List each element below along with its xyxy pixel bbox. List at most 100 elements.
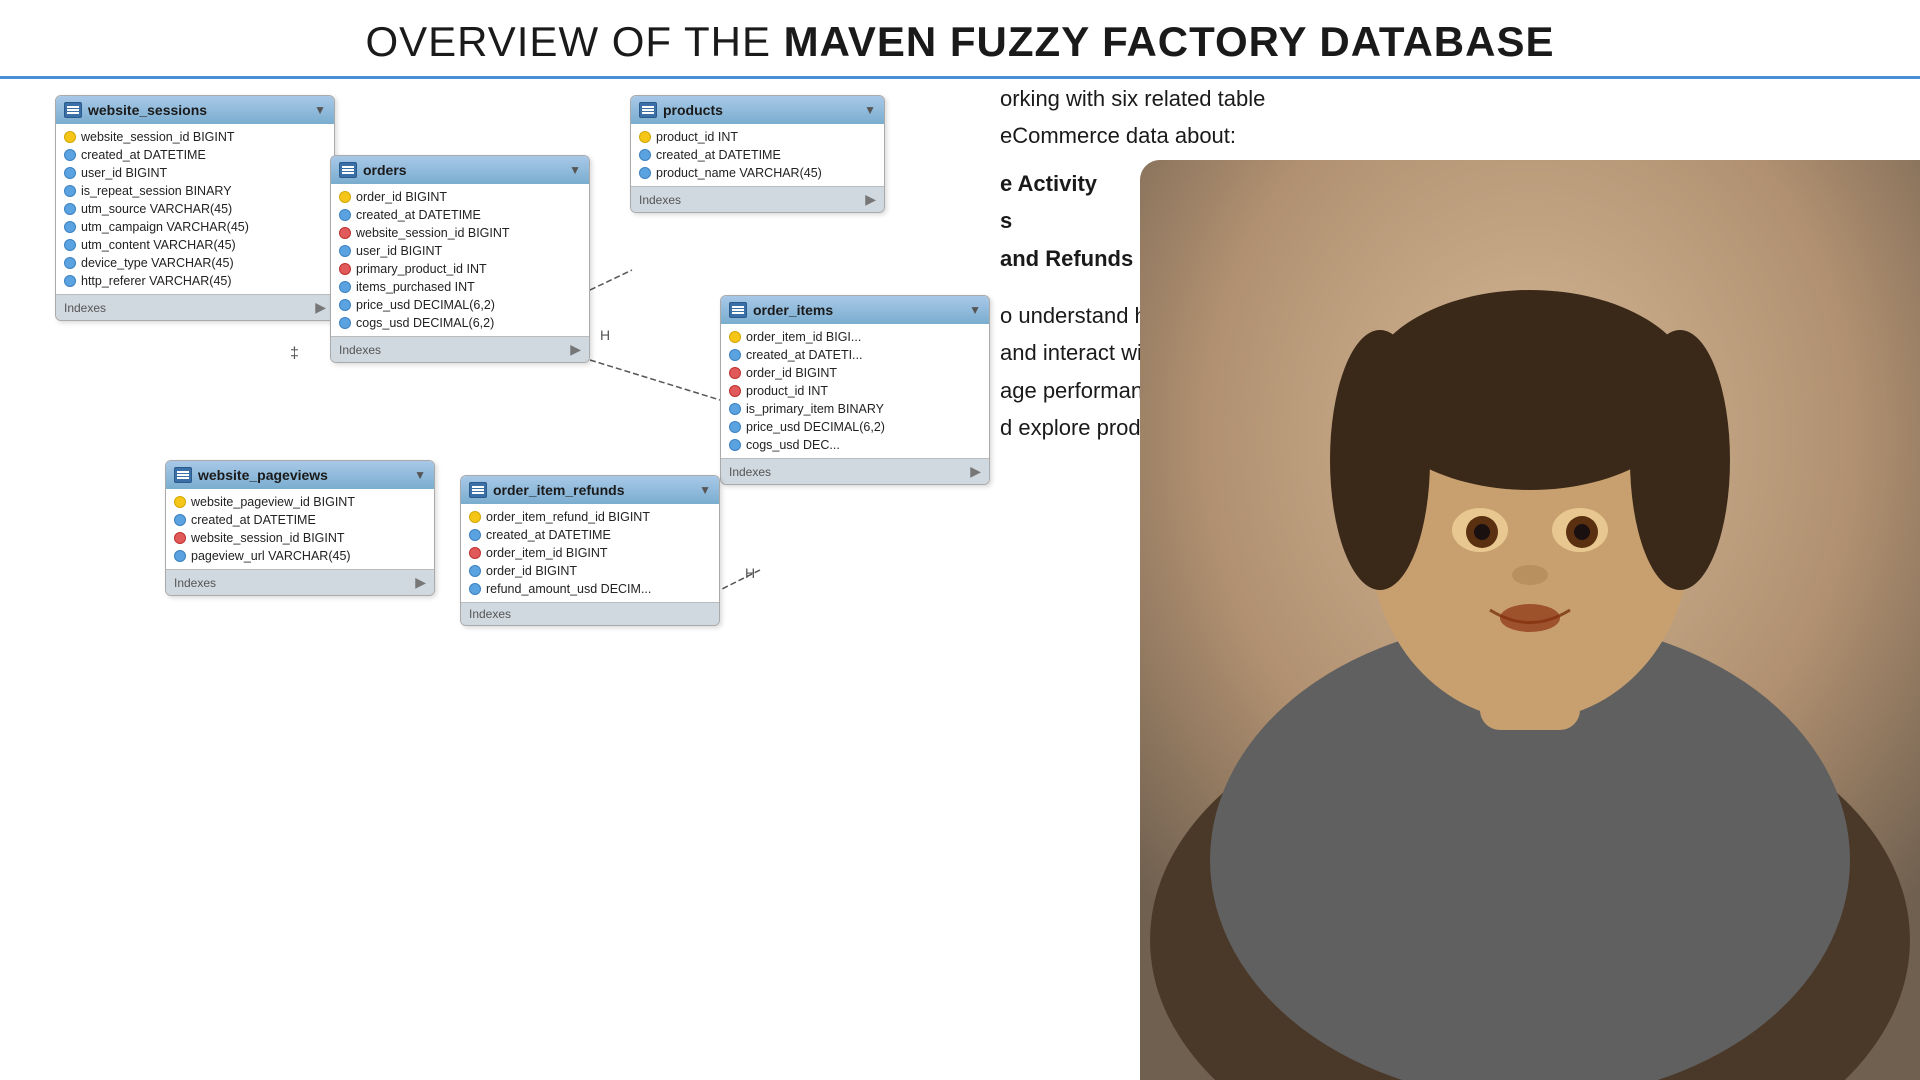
dropdown-arrow[interactable]: ▼: [969, 303, 981, 317]
dropdown-arrow[interactable]: ▼: [314, 103, 326, 117]
field-row: utm_campaign VARCHAR(45): [56, 218, 334, 236]
indexes-label: Indexes: [729, 465, 771, 479]
fk-icon: [729, 403, 741, 415]
table-name-website-pageviews: website_pageviews: [198, 467, 328, 483]
field-row: order_item_id BIGI...: [721, 328, 989, 346]
fk-icon: [639, 149, 651, 161]
field-row: pageview_url VARCHAR(45): [166, 547, 434, 565]
field-row: user_id BIGINT: [331, 242, 589, 260]
field-row: product_id INT: [631, 128, 884, 146]
table-header-order-item-refunds: order_item_refunds ▼: [461, 476, 719, 504]
table-footer-website-pageviews[interactable]: Indexes ▶: [166, 569, 434, 595]
indexes-label: Indexes: [174, 576, 216, 590]
fk-icon: [174, 514, 186, 526]
table-footer-website-sessions[interactable]: Indexes ▶: [56, 294, 334, 320]
fk-icon: [469, 529, 481, 541]
table-body-website-pageviews: website_pageview_id BIGINT created_at DA…: [166, 489, 434, 569]
table-body-order-items: order_item_id BIGI... created_at DATETI.…: [721, 324, 989, 458]
dropdown-arrow[interactable]: ▼: [569, 163, 581, 177]
field-row: is_primary_item BINARY: [721, 400, 989, 418]
fk-icon: [469, 565, 481, 577]
field-row: http_referer VARCHAR(45): [56, 272, 334, 290]
svg-text:H: H: [745, 565, 755, 581]
field-row: device_type VARCHAR(45): [56, 254, 334, 272]
fk-icon: [64, 149, 76, 161]
table-website-sessions: website_sessions ▼ website_session_id BI…: [55, 95, 335, 321]
table-footer-order-items[interactable]: Indexes ▶: [721, 458, 989, 484]
field-row: created_at DATETIME: [631, 146, 884, 164]
expand-arrow[interactable]: ▶: [315, 299, 326, 316]
table-footer-orders[interactable]: Indexes ▶: [331, 336, 589, 362]
svg-text:H: H: [600, 327, 610, 343]
dropdown-arrow[interactable]: ▼: [699, 483, 711, 497]
field-row: items_purchased INT: [331, 278, 589, 296]
field-row: order_id BIGINT: [331, 188, 589, 206]
field-row: product_name VARCHAR(45): [631, 164, 884, 182]
field-row: created_at DATETIME: [461, 526, 719, 544]
table-header-website-sessions: website_sessions ▼: [56, 96, 334, 124]
fk-icon: [339, 281, 351, 293]
fk-icon: [174, 532, 186, 544]
field-row: refund_amount_usd DECIM...: [461, 580, 719, 598]
table-icon: [174, 467, 192, 483]
fk-icon: [339, 227, 351, 239]
fk-icon: [64, 275, 76, 287]
expand-arrow[interactable]: ▶: [570, 341, 581, 358]
table-header-products: products ▼: [631, 96, 884, 124]
table-header-order-items: order_items ▼: [721, 296, 989, 324]
pk-icon: [339, 191, 351, 203]
table-icon: [469, 482, 487, 498]
field-row: created_at DATETIME: [56, 146, 334, 164]
field-row: website_session_id BIGINT: [331, 224, 589, 242]
dropdown-arrow[interactable]: ▼: [864, 103, 876, 117]
table-footer-products[interactable]: Indexes ▶: [631, 186, 884, 212]
table-order-item-refunds: order_item_refunds ▼ order_item_refund_i…: [460, 475, 720, 626]
pk-icon: [174, 496, 186, 508]
fk-icon: [64, 185, 76, 197]
fk-icon: [339, 263, 351, 275]
fk-icon: [339, 245, 351, 257]
table-footer-order-item-refunds[interactable]: Indexes: [461, 602, 719, 625]
field-row: price_usd DECIMAL(6,2): [721, 418, 989, 436]
table-body-website-sessions: website_session_id BIGINT created_at DAT…: [56, 124, 334, 294]
fk-icon: [174, 550, 186, 562]
field-row: order_id BIGINT: [721, 364, 989, 382]
person-overlay: [1140, 160, 1920, 1080]
fk-icon: [469, 547, 481, 559]
fk-icon: [729, 421, 741, 433]
fk-icon: [339, 317, 351, 329]
table-website-pageviews: website_pageviews ▼ website_pageview_id …: [165, 460, 435, 596]
table-header-website-pageviews: website_pageviews ▼: [166, 461, 434, 489]
page-title: OVERVIEW OF THE MAVEN FUZZY FACTORY DATA…: [0, 0, 1920, 79]
field-row: primary_product_id INT: [331, 260, 589, 278]
table-body-orders: order_id BIGINT created_at DATETIME webs…: [331, 184, 589, 336]
field-row: price_usd DECIMAL(6,2): [331, 296, 589, 314]
fk-icon: [729, 349, 741, 361]
expand-arrow[interactable]: ▶: [415, 574, 426, 591]
pk-icon: [64, 131, 76, 143]
field-row: website_session_id BIGINT: [56, 128, 334, 146]
field-row: created_at DATETI...: [721, 346, 989, 364]
field-row: website_session_id BIGINT: [166, 529, 434, 547]
table-icon: [729, 302, 747, 318]
pk-icon: [729, 331, 741, 343]
field-row: website_pageview_id BIGINT: [166, 493, 434, 511]
table-body-order-item-refunds: order_item_refund_id BIGINT created_at D…: [461, 504, 719, 602]
expand-arrow[interactable]: ▶: [970, 463, 981, 480]
table-orders: orders ▼ order_id BIGINT created_at DATE…: [330, 155, 590, 363]
fk-icon: [469, 583, 481, 595]
dropdown-arrow[interactable]: ▼: [414, 468, 426, 482]
indexes-label: Indexes: [639, 193, 681, 207]
field-row: cogs_usd DECIMAL(6,2): [331, 314, 589, 332]
table-name-order-item-refunds: order_item_refunds: [493, 482, 624, 498]
field-row: created_at DATETIME: [166, 511, 434, 529]
table-name-products: products: [663, 102, 723, 118]
expand-arrow[interactable]: ▶: [865, 191, 876, 208]
indexes-label: Indexes: [469, 607, 511, 621]
pk-icon: [639, 131, 651, 143]
fk-icon: [64, 203, 76, 215]
fk-icon: [639, 167, 651, 179]
field-row: utm_content VARCHAR(45): [56, 236, 334, 254]
field-row: utm_source VARCHAR(45): [56, 200, 334, 218]
fk-icon: [339, 209, 351, 221]
